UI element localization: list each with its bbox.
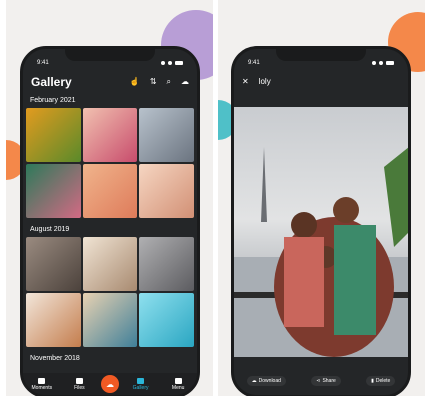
photo-thumbnail[interactable] — [82, 237, 138, 291]
nav-label: Gallery — [132, 384, 149, 391]
wifi-icon — [379, 61, 383, 65]
photo-thumbnail[interactable] — [139, 164, 194, 218]
status-time: 9:41 — [37, 60, 49, 66]
gallery-panel: 9:41 Gallery ☝ ⇅ ⌕ ☁ February 2021 Augus… — [6, 0, 213, 396]
photo-grid — [26, 108, 194, 218]
sort-icon[interactable]: ⇅ — [150, 77, 157, 87]
battery-icon — [386, 61, 394, 65]
share-button[interactable]: ⋖ Share — [311, 376, 341, 386]
nav-gallery[interactable]: Gallery — [125, 377, 157, 391]
download-button[interactable]: ☁ Download — [246, 376, 286, 386]
delete-label: Delete — [375, 378, 391, 384]
photo-thumbnail[interactable] — [82, 164, 138, 218]
delete-button[interactable]: ▮ Delete — [366, 376, 396, 386]
photo-thumbnail[interactable] — [26, 108, 81, 162]
viewer-panel: 9:41 ✕ loly ☁ Download ⋖ Share ▮ Delete — [218, 0, 425, 396]
status-icons — [372, 61, 394, 65]
cloud-download-icon: ☁ — [251, 378, 257, 384]
bottom-nav: Moments Files ☁ Gallery Menu — [23, 373, 197, 395]
status-icons — [161, 61, 183, 65]
close-icon[interactable]: ✕ — [242, 77, 249, 86]
section-title: August 2019 — [30, 226, 70, 233]
trash-icon: ▮ — [371, 378, 374, 384]
signal-icon — [372, 61, 376, 65]
phone-frame: 9:41 ✕ loly ☁ Download ⋖ Share ▮ Delete — [231, 46, 411, 396]
viewer-actions: ☁ Download ⋖ Share ▮ Delete — [234, 373, 408, 389]
moments-icon — [38, 377, 46, 384]
battery-icon — [175, 61, 183, 65]
signal-icon — [161, 61, 165, 65]
wifi-icon — [168, 61, 172, 65]
photo-thumbnail[interactable] — [139, 293, 194, 347]
share-icon: ⋖ — [316, 378, 321, 384]
nav-label: Files — [74, 384, 85, 391]
photo-thumbnail[interactable] — [82, 108, 138, 162]
page-title: Gallery — [31, 75, 72, 89]
viewer-header: ✕ loly — [242, 71, 400, 91]
share-label: Share — [322, 378, 336, 384]
phone-frame: 9:41 Gallery ☝ ⇅ ⌕ ☁ February 2021 Augus… — [20, 46, 200, 396]
nav-files[interactable]: Files — [63, 377, 95, 391]
gallery-header: Gallery ☝ ⇅ ⌕ ☁ — [31, 71, 189, 93]
download-label: Download — [258, 378, 281, 384]
status-bar: 9:41 — [37, 58, 183, 68]
header-actions: ☝ ⇅ ⌕ ☁ — [130, 77, 189, 87]
search-icon[interactable]: ⌕ — [167, 77, 171, 87]
status-bar: 9:41 — [248, 58, 394, 68]
nav-moments[interactable]: Moments — [26, 377, 58, 391]
photo-grid — [26, 237, 194, 347]
nav-label: Moments — [31, 384, 53, 391]
photo-thumbnail[interactable] — [26, 164, 81, 218]
cloud-upload-icon[interactable]: ☁ — [181, 77, 189, 87]
album-title: loly — [258, 76, 271, 86]
gallery-icon — [137, 377, 145, 384]
select-icon[interactable]: ☝ — [130, 77, 140, 87]
photo-thumbnail[interactable] — [139, 237, 194, 291]
nav-menu[interactable]: Menu — [162, 377, 194, 391]
cloud-upload-icon: ☁ — [105, 379, 114, 389]
photo-thumbnail[interactable] — [82, 293, 138, 347]
photo-viewer[interactable] — [234, 107, 408, 357]
family-photo — [234, 147, 408, 357]
menu-icon — [174, 377, 182, 384]
gallery-scroll[interactable]: February 2021 August 2019 November 2018 — [23, 93, 197, 373]
section-title: February 2021 — [30, 97, 76, 104]
photo-thumbnail[interactable] — [26, 237, 81, 291]
nav-label: Menu — [171, 384, 185, 391]
photo-thumbnail[interactable] — [139, 108, 194, 162]
upload-button[interactable]: ☁ — [100, 375, 119, 393]
screenshot: 9:41 Gallery ☝ ⇅ ⌕ ☁ February 2021 Augus… — [0, 0, 429, 396]
photo-thumbnail[interactable] — [26, 293, 81, 347]
status-time: 9:41 — [248, 60, 260, 66]
files-icon — [75, 377, 83, 384]
section-title: November 2018 — [30, 355, 80, 362]
